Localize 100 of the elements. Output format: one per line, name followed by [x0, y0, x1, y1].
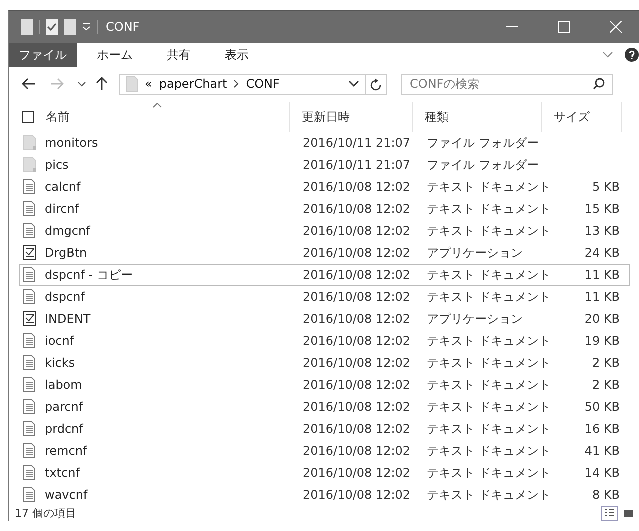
date-cell-text: 2016/10/08 12:02 [302, 268, 412, 282]
text-file-icon [23, 355, 37, 371]
date-cell-text: 2016/10/08 12:02 [302, 312, 412, 326]
file-name: kicks [45, 356, 76, 370]
date-cell-text: 2016/10/08 12:02 [302, 180, 412, 194]
item-count: 17 個の項目 [15, 506, 76, 520]
focused-row[interactable]: dspcnf - コピー 2016/10/08 12:02 テキスト ドキュメント 11 KB [19, 264, 630, 286]
search-icon[interactable] [593, 78, 605, 90]
text-file-icon [23, 487, 37, 503]
breadcrumb[interactable]: CONF [246, 77, 280, 91]
text-file-icon [23, 377, 37, 393]
address-bar[interactable]: « paperChart CONF [119, 74, 366, 94]
size-cell: 16 KB [584, 422, 620, 436]
file-name: dmgcnf [45, 224, 90, 238]
text-file-icon [23, 201, 37, 217]
folder-icon [23, 157, 37, 173]
size-cell: 2 KB [592, 378, 620, 392]
column-header[interactable]: 更新日時 [290, 102, 413, 132]
size-cell: 19 KB [584, 334, 620, 348]
size-cell: 50 KB [584, 400, 620, 414]
date-cell-text: 2016/10/08 12:02 [302, 246, 412, 260]
type-cell-text: アプリケーション [426, 310, 524, 328]
date-cell-text: 2016/10/08 12:02 [302, 224, 412, 238]
sort-caret-icon [153, 103, 162, 108]
text-file-icon [23, 333, 37, 349]
dropdown-icon[interactable] [82, 23, 91, 31]
file-name: dspcnf [45, 290, 85, 304]
file-name: labom [45, 378, 82, 392]
close-icon[interactable] [610, 21, 622, 33]
text-file-icon [23, 421, 37, 437]
text-file-icon [23, 443, 37, 459]
size-cell: 8 KB [592, 488, 620, 502]
size-cell: 20 KB [584, 312, 620, 326]
size-cell: 2 KB [592, 356, 620, 370]
type-cell-text: アプリケーション [426, 244, 524, 262]
page-icon [21, 19, 33, 35]
file-name: dircnf [45, 202, 80, 216]
application-icon [23, 311, 37, 327]
folder-icon [23, 135, 37, 151]
date-cell-text: 2016/10/11 21:07 [302, 136, 412, 150]
file-name: INDENT [45, 312, 91, 326]
file-name: wavcnf [45, 488, 88, 502]
application-icon [23, 245, 37, 261]
chevron-right-icon [234, 80, 240, 88]
chevron-down-icon[interactable] [78, 82, 86, 86]
column-header[interactable]: 名前 [9, 102, 290, 132]
up-arrow-icon[interactable] [96, 77, 108, 91]
file-name: dspcnf - コピー [45, 266, 133, 284]
date-cell-text: 2016/10/08 12:02 [302, 334, 412, 348]
help-icon[interactable] [625, 48, 639, 62]
text-file-icon [23, 399, 37, 415]
size-cell: 41 KB [584, 444, 620, 458]
window-title: CONF [106, 20, 140, 34]
text-file-icon [23, 267, 37, 283]
search-field[interactable]: CONFの検索 [401, 74, 613, 94]
size-cell: 14 KB [584, 466, 620, 480]
details-view-icon[interactable] [601, 506, 618, 520]
date-cell-text: 2016/10/08 12:02 [302, 290, 412, 304]
date-cell-text: 2016/10/08 12:02 [302, 202, 412, 216]
date-cell-text: 2016/10/11 21:07 [302, 158, 412, 172]
maximize-icon[interactable] [558, 21, 570, 33]
date-cell-text: 2016/10/08 12:02 [302, 422, 412, 436]
file-name: DrgBtn [45, 246, 88, 260]
text-file-icon [23, 223, 37, 239]
type-cell-text: ファイル フォルダー [426, 156, 540, 174]
type-cell-text: ファイル フォルダー [426, 134, 540, 152]
date-cell-text: 2016/10/08 12:02 [302, 378, 412, 392]
text-file-icon [23, 289, 37, 305]
file-name: parcnf [45, 400, 84, 414]
file-name: remcnf [45, 444, 88, 458]
date-cell-text: 2016/10/08 12:02 [302, 488, 412, 502]
refresh-button[interactable] [366, 74, 387, 94]
date-cell-text: 2016/10/08 12:02 [302, 466, 412, 480]
file-name: monitors [45, 136, 98, 150]
file-name: txtcnf [45, 466, 80, 480]
refresh-icon[interactable] [370, 78, 382, 90]
file-name: prdcnf [45, 422, 84, 436]
size-cell: 5 KB [592, 180, 620, 194]
size-cell: 11 KB [584, 268, 620, 282]
column-header[interactable]: サイズ [542, 102, 622, 132]
breadcrumb[interactable]: paperChart [159, 77, 228, 91]
date-cell-text: 2016/10/08 12:02 [302, 400, 412, 414]
text-file-icon [23, 465, 37, 481]
size-cell: 11 KB [584, 290, 620, 304]
size-cell: 15 KB [584, 202, 620, 216]
column-header[interactable]: 種類 [413, 102, 542, 132]
overflow-chevron[interactable]: « [145, 77, 152, 91]
ribbon-tab[interactable]: ファイル [9, 43, 77, 67]
file-name: calcnf [45, 180, 81, 194]
back-arrow-icon[interactable] [22, 78, 36, 90]
date-cell-text: 2016/10/08 12:02 [302, 356, 412, 370]
checked-page-icon[interactable] [46, 19, 58, 35]
size-cell: 13 KB [584, 224, 620, 238]
checkbox-icon[interactable] [22, 111, 34, 123]
date-cell-text: 2016/10/08 12:02 [302, 444, 412, 458]
folder-icon [126, 76, 138, 92]
file-name: iocnf [45, 334, 74, 348]
file-name: pics [45, 158, 69, 172]
chevron-down-icon[interactable] [349, 81, 359, 87]
size-cell: 24 KB [584, 246, 620, 260]
